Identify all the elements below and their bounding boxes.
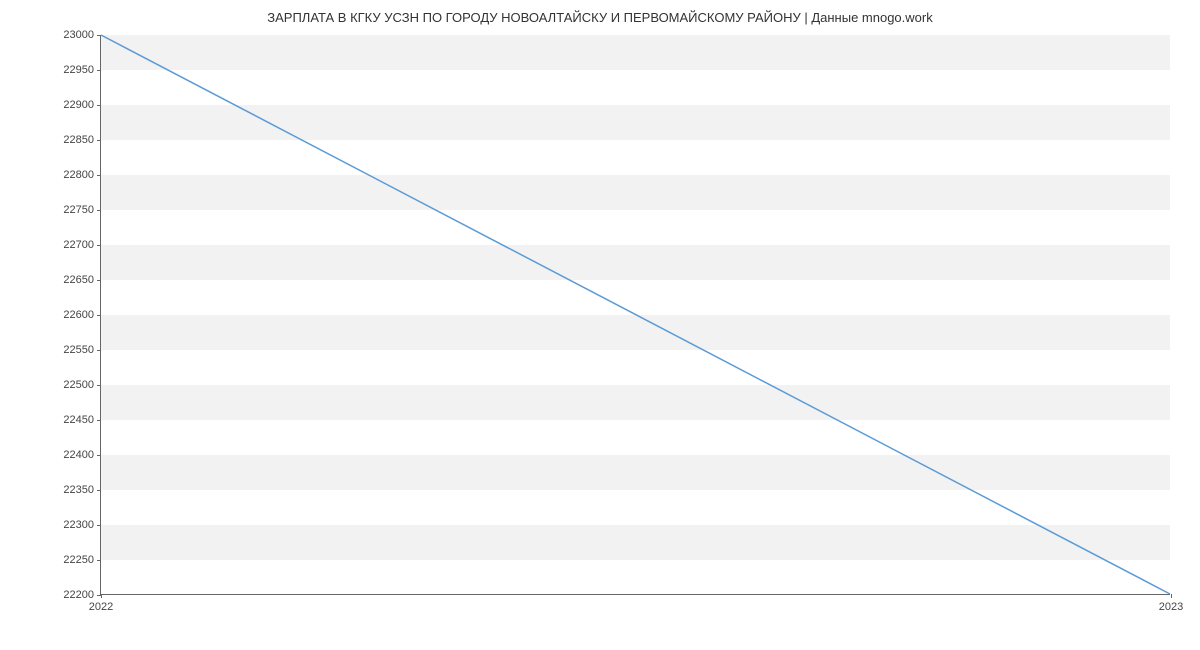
y-tick-mark bbox=[97, 35, 101, 36]
line-series bbox=[101, 35, 1170, 594]
y-tick-label: 22550 bbox=[44, 344, 94, 356]
y-tick-mark bbox=[97, 525, 101, 526]
y-tick-label: 22750 bbox=[44, 204, 94, 216]
x-tick-label: 2023 bbox=[1159, 601, 1183, 613]
y-tick-label: 22400 bbox=[44, 449, 94, 461]
y-tick-mark bbox=[97, 420, 101, 421]
y-tick-mark bbox=[97, 175, 101, 176]
y-tick-mark bbox=[97, 560, 101, 561]
chart-plot-area: 2220022250223002235022400224502250022550… bbox=[100, 35, 1170, 595]
x-tick-mark bbox=[101, 594, 102, 598]
x-tick-mark bbox=[1171, 594, 1172, 598]
y-tick-mark bbox=[97, 70, 101, 71]
y-tick-mark bbox=[97, 490, 101, 491]
y-tick-label: 22450 bbox=[44, 414, 94, 426]
y-tick-mark bbox=[97, 385, 101, 386]
y-tick-mark bbox=[97, 280, 101, 281]
y-tick-mark bbox=[97, 210, 101, 211]
y-tick-label: 22700 bbox=[44, 239, 94, 251]
y-tick-mark bbox=[97, 455, 101, 456]
y-tick-mark bbox=[97, 105, 101, 106]
x-tick-label: 2022 bbox=[89, 601, 113, 613]
y-tick-label: 22600 bbox=[44, 309, 94, 321]
y-tick-label: 22500 bbox=[44, 379, 94, 391]
data-line bbox=[101, 35, 1170, 594]
y-tick-label: 22250 bbox=[44, 554, 94, 566]
y-tick-label: 22200 bbox=[44, 589, 94, 601]
y-tick-label: 22950 bbox=[44, 64, 94, 76]
y-tick-mark bbox=[97, 315, 101, 316]
y-tick-label: 22850 bbox=[44, 134, 94, 146]
y-tick-mark bbox=[97, 140, 101, 141]
y-tick-label: 23000 bbox=[44, 29, 94, 41]
chart-title: ЗАРПЛАТА В КГКУ УСЗН ПО ГОРОДУ НОВОАЛТАЙ… bbox=[0, 0, 1200, 25]
y-tick-label: 22350 bbox=[44, 484, 94, 496]
y-tick-label: 22900 bbox=[44, 99, 94, 111]
y-tick-label: 22800 bbox=[44, 169, 94, 181]
y-tick-mark bbox=[97, 245, 101, 246]
y-tick-label: 22300 bbox=[44, 519, 94, 531]
y-tick-label: 22650 bbox=[44, 274, 94, 286]
y-tick-mark bbox=[97, 350, 101, 351]
